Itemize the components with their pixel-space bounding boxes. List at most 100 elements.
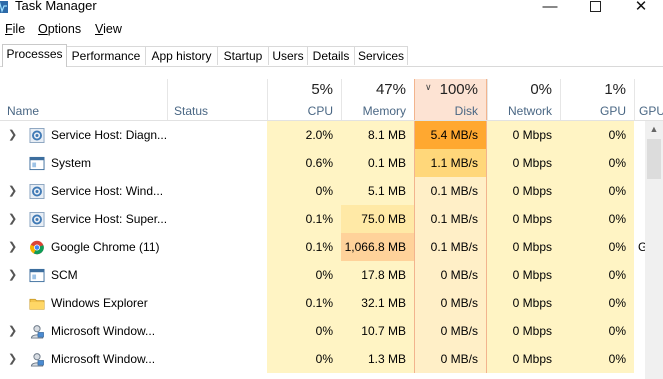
memory-cell: 1,066.8 MB [341,233,414,261]
cpu-cell: 0.1% [267,289,341,317]
expand-chevron-icon[interactable]: ❯ [8,345,17,373]
gpu-cell: 0% [560,317,634,345]
gear-icon [29,184,45,199]
gear-icon [29,212,45,227]
memory-cell: 0.1 MB [341,149,414,177]
tab-startup[interactable]: Startup [217,46,269,65]
column-divider[interactable] [634,79,635,120]
header-network[interactable]: 0% Network [487,79,560,120]
user-icon [29,324,45,339]
process-name: Service Host: Diagn... [51,128,168,142]
header-disk-pct: 100% [439,81,478,98]
process-name: SCM [51,268,78,282]
expand-chevron-icon[interactable]: ❯ [8,233,17,261]
header-disk[interactable]: ∨ 100% Disk [414,79,487,120]
header-gpu[interactable]: 1% GPU [560,79,634,120]
network-cell: 0 Mbps [487,233,560,261]
table-row[interactable]: ❯ Microsoft Window... 0% 1.3 MB 0 MB/s 0 Mbps… [0,345,645,373]
disk-cell: 0 MB/s [414,289,487,317]
gear-icon [29,128,45,143]
table-row[interactable]: ❯ SCM 0% 17.8 MB 0 MB/s 0 Mbps 0% [0,261,645,289]
close-button[interactable]: ✕ [626,0,656,16]
network-cell: 0 Mbps [487,317,560,345]
maximize-button[interactable] [580,0,610,16]
disk-cell: 1.1 MB/s [414,149,487,177]
table-row[interactable]: ❯ Service Host: Wind... 0% 5.1 MB 0.1 MB/s 0 … [0,177,645,205]
user-icon [29,352,45,367]
header-gpu-pct: 1% [604,81,626,98]
disk-cell: 0 MB/s [414,345,487,373]
column-divider[interactable] [487,79,488,120]
cpu-cell: 0.1% [267,233,341,261]
process-name: System [51,156,92,170]
column-divider[interactable] [560,79,561,120]
tab-processes[interactable]: Processes [2,44,67,67]
header-gpu-engine[interactable]: GPU [634,79,663,120]
expand-chevron-icon[interactable]: ❯ [8,177,17,205]
process-name: Windows Explorer [51,296,148,310]
column-divider[interactable] [167,79,168,120]
disk-cell: 0.1 MB/s [414,177,487,205]
menu-options[interactable]: Options [38,22,81,36]
memory-cell: 75.0 MB [341,205,414,233]
network-cell: 0 Mbps [487,261,560,289]
table-row[interactable]: ❯ Service Host: Diagn... 2.0% 8.1 MB 5.4 MB/… [0,121,645,149]
window-icon [29,268,45,283]
gpu-cell: 0% [560,233,634,261]
tab-users[interactable]: Users [268,46,308,65]
network-cell: 0 Mbps [487,149,560,177]
expand-chevron-icon[interactable]: ❯ [8,205,17,233]
table-row[interactable]: Windows Explorer 0.1% 32.1 MB 0 MB/s 0 Mbps 0… [0,289,645,317]
header-network-pct: 0% [530,81,552,98]
table-row[interactable]: System 0.6% 0.1 MB 1.1 MB/s 0 Mbps 0% [0,149,645,177]
header-disk-label: Disk [454,104,478,118]
tab-details[interactable]: Details [307,46,355,65]
cpu-cell: 0% [267,317,341,345]
tab-performance[interactable]: Performance [66,46,146,65]
header-cpu[interactable]: 5% CPU [267,79,341,120]
table-row[interactable]: ❯ Microsoft Window... 0% 10.7 MB 0 MB/s 0 Mbp… [0,317,645,345]
header-gpu-engine-label: GPU [639,104,663,118]
table-row[interactable]: ❯ Google Chrome (11) 0.1% 1,066.8 MB 0.1 MB/… [0,233,647,261]
expand-chevron-icon[interactable]: ❯ [8,121,17,149]
column-divider[interactable] [341,79,342,120]
menu-view[interactable]: View [95,22,122,36]
gpu-cell: 0% [560,121,634,149]
gpu-cell: 0% [560,149,634,177]
cpu-cell: 0.1% [267,205,341,233]
header-name-label: Name [7,104,40,118]
column-divider[interactable] [267,79,268,120]
minimize-button[interactable]: — [535,0,565,16]
tab-services[interactable]: Services [354,46,408,65]
disk-cell: 0.1 MB/s [414,233,487,261]
scroll-up-arrow-icon[interactable]: ▲ [645,121,663,137]
chrome-icon [29,240,45,255]
column-header: Name Status 5% CPU 47% Memory ∨ 100% Dis… [0,79,663,121]
scroll-thumb[interactable] [647,139,661,179]
memory-cell: 8.1 MB [341,121,414,149]
header-cpu-pct: 5% [311,81,333,98]
gpu-cell: 0% [560,177,634,205]
expand-chevron-icon[interactable]: ❯ [8,317,17,345]
header-memory-label: Memory [362,104,406,118]
menu-file[interactable]: File [5,22,25,36]
table-row[interactable]: ❯ Service Host: Super... 0.1% 75.0 MB 0.1 MB… [0,205,645,233]
title-bar: Task Manager — ✕ [0,0,663,18]
header-status[interactable]: Status [167,79,267,120]
expand-chevron-icon[interactable]: ❯ [8,261,17,289]
header-memory[interactable]: 47% Memory [341,79,414,120]
sort-descending-icon: ∨ [425,82,432,92]
vertical-scrollbar[interactable]: ▲ [645,121,663,379]
process-name: Microsoft Window... [51,324,156,338]
memory-cell: 5.1 MB [341,177,414,205]
header-name[interactable]: Name [0,79,167,120]
cpu-cell: 0.6% [267,149,341,177]
tab-app-history[interactable]: App history [145,46,218,65]
close-icon: ✕ [634,0,648,15]
cpu-cell: 0% [267,345,341,373]
maximize-icon [589,0,601,12]
process-name: Service Host: Wind... [51,184,164,198]
cpu-cell: 0% [267,177,341,205]
memory-cell: 10.7 MB [341,317,414,345]
window-icon [29,156,45,171]
